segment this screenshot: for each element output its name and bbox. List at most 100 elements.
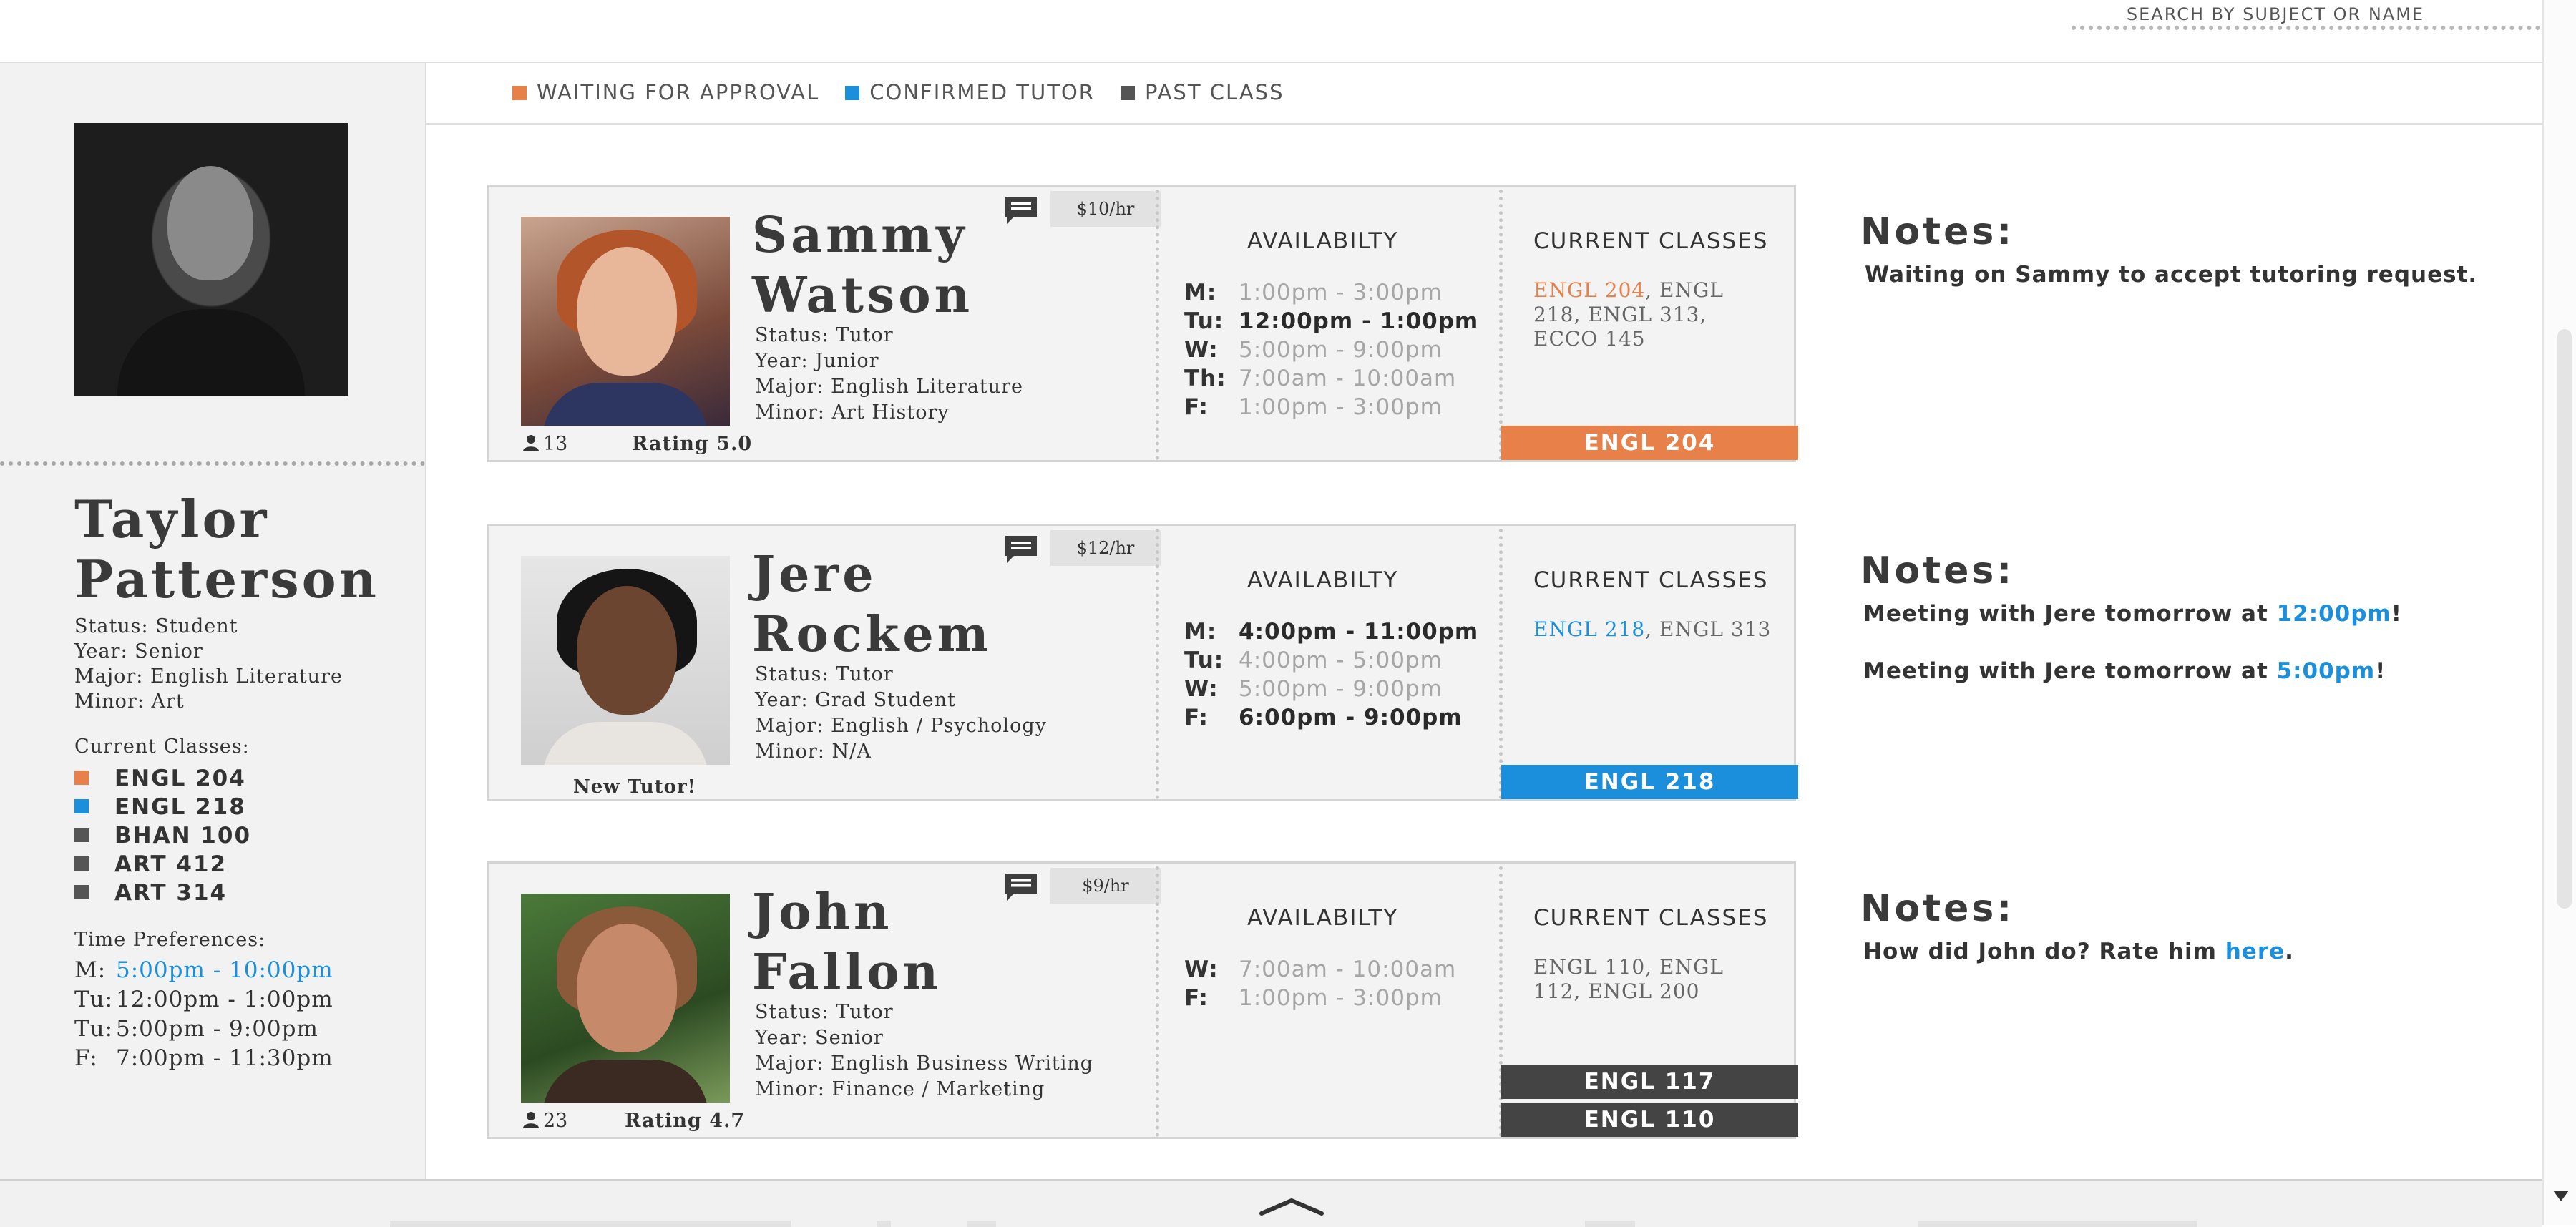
availability-time: 5:00pm - 9:00pm (1239, 676, 1443, 702)
tutor-status: Status: Tutor (755, 663, 894, 685)
notes-text-end: ! (2375, 658, 2386, 684)
notes-title: Notes: (1860, 210, 2015, 253)
availability-row: W: 5:00pm - 9:00pm (1184, 336, 1478, 364)
tutor-last-name: Rockem (752, 606, 992, 663)
tutor-photo (521, 217, 730, 426)
notes-line: Meeting with Jere tomorrow at 5:00pm! (1863, 658, 2386, 684)
notes-text: Meeting with Jere tomorrow at (1863, 601, 2277, 627)
time-preference-row: F: 7:00pm - 11:30pm (74, 1044, 333, 1073)
notes-link[interactable]: 5:00pm (2277, 658, 2376, 684)
tutor-status: Status: Tutor (755, 324, 894, 346)
availability-time: 1:00pm - 3:00pm (1239, 280, 1443, 305)
bottom-tab[interactable] (390, 1221, 791, 1227)
new-tutor-badge: New Tutor! (573, 776, 697, 798)
notes-link[interactable]: 12:00pm (2277, 601, 2391, 627)
time-preference-time: 12:00pm - 1:00pm (116, 987, 333, 1012)
availability-day: Tu: (1184, 647, 1224, 673)
time-preference-time: 5:00pm - 10:00pm (116, 957, 333, 983)
current-classes-title: CURRENT CLASSES (1533, 567, 1769, 593)
tutor-minor: Minor: Finance / Marketing (755, 1078, 1045, 1100)
tutor-name: Sammy Watson (752, 205, 973, 326)
current-classes-text: ENGL 110, ENGL 112, ENGL 200 (1533, 955, 1777, 1004)
time-preference-row: Tu: 5:00pm - 9:00pm (74, 1015, 333, 1044)
search-label[interactable]: SEARCH BY SUBJECT OR NAME (2075, 4, 2476, 24)
time-preference-row: Tu: 12:00pm - 1:00pm (74, 985, 333, 1015)
photo-face (577, 586, 677, 715)
tutor-card[interactable]: Jere Rockem Status: Tutor Year: Grad Studen… (487, 524, 1798, 801)
tutor-last-name: Watson (752, 267, 974, 324)
availability-day: M: (1184, 280, 1217, 305)
availability-title: AVAILABILTY (1247, 567, 1399, 593)
profile-classes-title: Current Classes: (74, 735, 250, 758)
tutor-photo (521, 556, 730, 765)
notes-line: Waiting on Sammy to accept tutoring requ… (1865, 262, 2477, 288)
tutor-name: John Fallon (752, 882, 942, 1002)
availability-row: Tu: 4:00pm - 5:00pm (1184, 646, 1478, 675)
arrow-down-icon[interactable] (2552, 1189, 2570, 1203)
notes-text-end: ! (2391, 601, 2402, 627)
profile-details: Status: Student Year: Senior Major: Engl… (74, 614, 343, 714)
notes-link[interactable]: here (2225, 939, 2285, 964)
profile-first-name: Taylor (74, 489, 270, 549)
current-classes-text: ENGL 218, ENGL 313 (1533, 617, 1777, 642)
availability-day: Tu: (1184, 308, 1224, 334)
tutor-major: Major: English Business Writing (755, 1052, 1094, 1075)
search-input[interactable] (2072, 26, 2540, 30)
tutor-year: Year: Grad Student (755, 689, 956, 711)
notes-text-end: . (2285, 939, 2294, 964)
availability-list: W: 7:00am - 10:00am F: 1:00pm - 3:00pm (1184, 955, 1456, 1012)
profile-class-item[interactable]: BHAN 100 (74, 821, 251, 850)
profile-status: Status: Student (74, 615, 238, 637)
tutor-details: Status: Tutor Year: Senior Major: English … (755, 999, 1093, 1103)
current-class-highlight[interactable]: ENGL 204 (1533, 278, 1645, 302)
chevron-up-icon[interactable] (1259, 1198, 1324, 1216)
class-status-square (74, 856, 89, 871)
bottom-tab[interactable] (1918, 1221, 2197, 1227)
notes-line: How did John do? Rate him here. (1863, 939, 2294, 964)
tutor-first-name: John (752, 884, 893, 941)
tutor-year: Year: Senior (755, 1027, 884, 1049)
tutor-card[interactable]: Sammy Watson Status: Tutor Year: Junior Majo… (487, 185, 1798, 462)
time-preference-day: M: (74, 957, 107, 983)
tutor-status: Status: Tutor (755, 1001, 894, 1023)
tutor-card[interactable]: John Fallon Status: Tutor Year: Senior Major… (487, 861, 1798, 1139)
profile-class-item[interactable]: ENGL 218 (74, 793, 251, 821)
scrollbar-thumb[interactable] (2557, 329, 2572, 909)
card-divider (1499, 190, 1503, 460)
profile-class-item[interactable]: ART 412 (74, 850, 251, 879)
class-status-square (74, 884, 89, 899)
card-divider (1499, 529, 1503, 799)
tutor-details: Status: Tutor Year: Grad Student Major: En… (755, 662, 1047, 765)
person-icon (523, 1112, 539, 1128)
legend-item-past: PAST CLASS (1120, 80, 1284, 104)
chat-bubble-icon[interactable] (1004, 195, 1038, 225)
bottom-tab[interactable] (877, 1221, 891, 1227)
chat-bubble-icon[interactable] (1004, 534, 1038, 564)
class-label: ENGL 204 (114, 766, 246, 791)
bottom-tab[interactable] (967, 1221, 996, 1227)
profile-class-item[interactable]: ART 314 (74, 879, 251, 907)
bottom-tab[interactable] (1585, 1221, 1635, 1227)
availability-day: M: (1184, 619, 1217, 645)
time-preference-day: Tu: (74, 987, 114, 1012)
chat-bubble-icon[interactable] (1004, 872, 1038, 902)
tutor-major: Major: English / Psychology (755, 715, 1047, 737)
class-status-bar[interactable]: ENGL 218 (1501, 765, 1798, 799)
availability-day: W: (1184, 957, 1219, 982)
class-status-square (74, 798, 89, 813)
class-status-bar[interactable]: ENGL 204 (1501, 426, 1798, 460)
availability-time: 7:00am - 10:00am (1239, 957, 1457, 982)
availability-time: 1:00pm - 3:00pm (1239, 394, 1443, 420)
class-status-square (74, 827, 89, 842)
notes-title: Notes: (1860, 887, 2015, 930)
profile-last-name: Patterson (74, 549, 380, 610)
legend-label: CONFIRMED TUTOR (869, 80, 1095, 104)
class-status-bar[interactable]: ENGL 110 (1501, 1103, 1798, 1137)
tutor-minor: Minor: N/A (755, 740, 872, 763)
profile-class-item[interactable]: ENGL 204 (74, 764, 251, 793)
class-status-bar[interactable]: ENGL 117 (1501, 1065, 1798, 1099)
availability-time: 5:00pm - 9:00pm (1239, 337, 1443, 363)
profile-class-list: ENGL 204 ENGL 218 BHAN 100 ART 412 ART 314 (74, 764, 251, 907)
legend-square (845, 86, 860, 100)
current-class-highlight[interactable]: ENGL 218 (1533, 617, 1645, 641)
